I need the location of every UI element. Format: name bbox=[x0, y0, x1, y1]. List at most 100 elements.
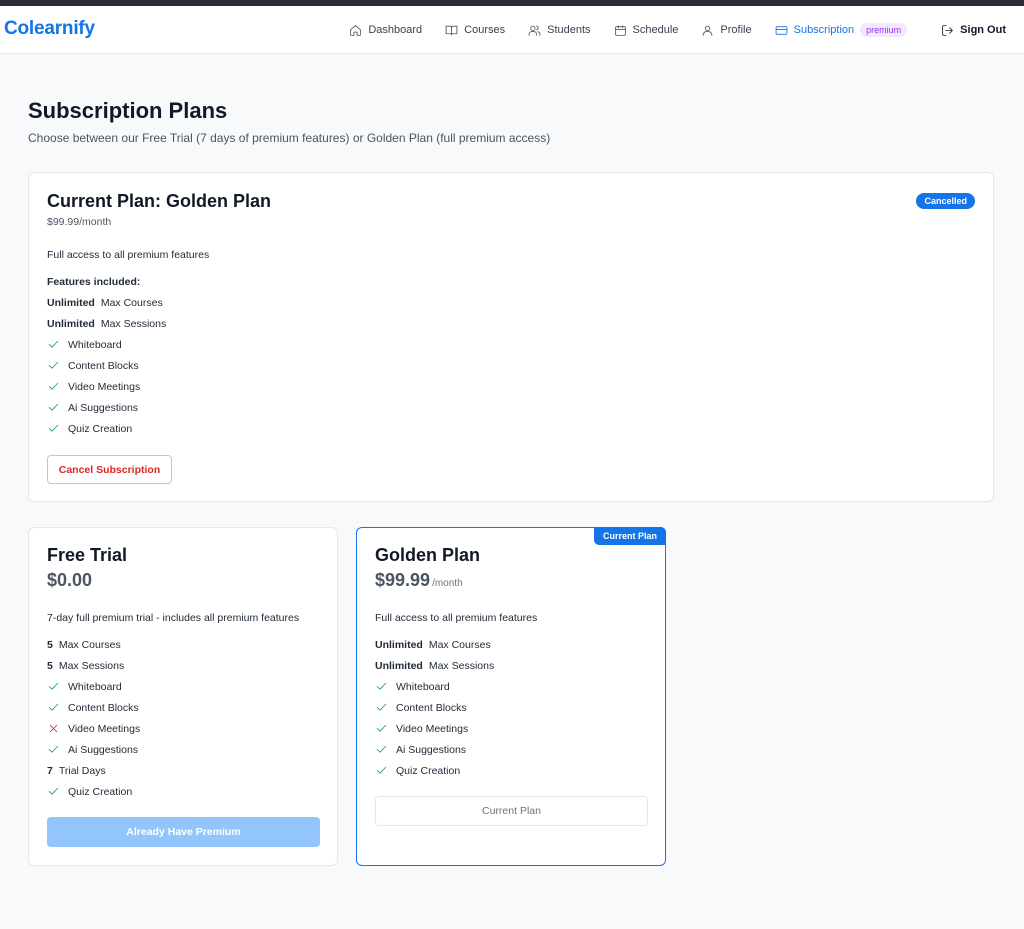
feature-value: 7 bbox=[47, 764, 53, 777]
nav-label: Schedule bbox=[632, 24, 679, 36]
feature-label: Max Courses bbox=[428, 638, 491, 651]
feature-label: Ai Suggestions bbox=[68, 401, 139, 414]
feature-label: Ai Suggestions bbox=[68, 743, 139, 756]
feature-label: Max Sessions bbox=[100, 317, 167, 330]
feature-value: 5 bbox=[47, 638, 53, 651]
feature-item: Whiteboard bbox=[375, 676, 494, 697]
feature-label: Ai Suggestions bbox=[396, 743, 467, 756]
feature-label: Quiz Creation bbox=[68, 785, 133, 798]
feature-item: Content Blocks bbox=[47, 697, 140, 718]
sign-out-button[interactable]: Sign Out bbox=[941, 6, 1006, 54]
nav-item-subscription[interactable]: Subscription premium bbox=[775, 6, 908, 54]
users-icon bbox=[528, 24, 541, 36]
feature-label: Video Meetings bbox=[68, 380, 141, 393]
feature-label: Video Meetings bbox=[396, 722, 469, 735]
check-icon bbox=[376, 766, 387, 774]
status-badge: Cancelled bbox=[916, 193, 975, 209]
feature-item: Video Meetings bbox=[375, 718, 494, 739]
golden-plan-features: Unlimited Max Courses Unlimited Max Sessio… bbox=[375, 634, 494, 781]
nav-item-courses[interactable]: Courses bbox=[445, 6, 505, 54]
cancel-subscription-button[interactable]: Cancel Subscription bbox=[47, 455, 172, 484]
plan-description: 7-day full premium trial - includes all … bbox=[47, 612, 300, 624]
check-icon bbox=[48, 703, 59, 711]
check-icon bbox=[376, 745, 387, 753]
plan-price: $99.99/month bbox=[375, 570, 463, 591]
feature-item: Unlimited Max Courses bbox=[375, 634, 494, 655]
check-icon bbox=[376, 682, 387, 690]
feature-label: Content Blocks bbox=[68, 359, 139, 372]
feature-item: 5 Max Sessions bbox=[47, 655, 140, 676]
feature-item: Ai Suggestions bbox=[47, 739, 140, 760]
plan-name: Golden Plan bbox=[375, 545, 481, 565]
current-plan-price: $99.99/month bbox=[47, 216, 112, 228]
plan-price-period: /month bbox=[432, 578, 463, 589]
nav-item-schedule[interactable]: Schedule bbox=[614, 6, 679, 54]
nav-label: Students bbox=[547, 24, 591, 36]
feature-label: Content Blocks bbox=[68, 701, 139, 714]
check-icon bbox=[48, 403, 59, 411]
current-plan-button[interactable]: Current Plan bbox=[375, 796, 648, 826]
check-icon bbox=[48, 424, 59, 432]
feature-item: Video Meetings bbox=[47, 376, 166, 397]
credit-card-icon bbox=[775, 25, 787, 35]
feature-item: Content Blocks bbox=[375, 697, 494, 718]
feature-value: Unlimited bbox=[375, 638, 423, 651]
feature-label: Whiteboard bbox=[68, 680, 122, 693]
feature-label: Trial Days bbox=[58, 764, 106, 777]
feature-item: Quiz Creation bbox=[375, 760, 494, 781]
check-icon bbox=[48, 382, 59, 390]
current-plan-description: Full access to all premium features bbox=[47, 249, 210, 261]
feature-value: Unlimited bbox=[375, 659, 423, 672]
nav-label: Subscription bbox=[793, 24, 855, 36]
feature-label: Whiteboard bbox=[68, 338, 122, 351]
nav-label: Profile bbox=[720, 24, 752, 36]
plan-price-amount: $99.99 bbox=[375, 570, 431, 590]
nav-item-students[interactable]: Students bbox=[528, 6, 591, 54]
log-out-icon bbox=[942, 24, 953, 36]
page-title: Subscription Plans bbox=[28, 98, 228, 123]
premium-badge: premium bbox=[860, 23, 908, 37]
nav-item-profile[interactable]: Profile bbox=[701, 6, 752, 54]
calendar-icon bbox=[614, 24, 626, 36]
golden-plan-card: Current Plan Golden Plan $99.99/month Fu… bbox=[356, 527, 666, 866]
check-icon bbox=[48, 340, 59, 348]
feature-item: Ai Suggestions bbox=[375, 739, 494, 760]
feature-item: Unlimited Max Sessions bbox=[47, 313, 166, 334]
check-icon bbox=[376, 724, 387, 732]
feature-item: Video Meetings bbox=[47, 718, 140, 739]
nav-label: Courses bbox=[464, 24, 506, 36]
feature-label: Max Courses bbox=[58, 638, 121, 651]
check-icon bbox=[48, 361, 59, 369]
feature-item: Unlimited Max Sessions bbox=[375, 655, 494, 676]
current-plan-title: Current Plan: Golden Plan bbox=[47, 191, 272, 211]
feature-label: Max Sessions bbox=[428, 659, 495, 672]
feature-label: Quiz Creation bbox=[396, 764, 461, 777]
home-icon bbox=[350, 24, 362, 36]
feature-item: Quiz Creation bbox=[47, 418, 166, 439]
feature-item: Unlimited Max Courses bbox=[47, 292, 166, 313]
feature-value: Unlimited bbox=[47, 317, 95, 330]
check-icon bbox=[48, 787, 59, 795]
feature-label: Quiz Creation bbox=[68, 422, 133, 435]
top-navbar: Colearnify Dashboard Courses Students Sc… bbox=[0, 6, 1024, 54]
current-plan-features: Unlimited Max Courses Unlimited Max Sessio… bbox=[47, 292, 166, 439]
feature-item: 5 Max Courses bbox=[47, 634, 140, 655]
feature-item: Content Blocks bbox=[47, 355, 166, 376]
features-label: Features included: bbox=[47, 276, 141, 288]
plan-description: Full access to all premium features bbox=[375, 612, 538, 624]
free-trial-card: Free Trial $0.00 7-day full premium tria… bbox=[28, 527, 338, 866]
feature-label: Content Blocks bbox=[396, 701, 467, 714]
x-icon bbox=[49, 724, 58, 733]
already-have-premium-button[interactable]: Already Have Premium bbox=[47, 817, 320, 847]
feature-item: Whiteboard bbox=[47, 676, 140, 697]
current-plan-ribbon: Current Plan bbox=[593, 527, 666, 545]
plan-price-amount: $0.00 bbox=[47, 570, 93, 590]
nav-item-dashboard[interactable]: Dashboard bbox=[349, 6, 422, 54]
current-plan-card: Current Plan: Golden Plan $99.99/month C… bbox=[28, 172, 994, 502]
brand-logo[interactable]: Colearnify bbox=[4, 18, 95, 40]
feature-item: 7 Trial Days bbox=[47, 760, 140, 781]
free-plan-features: 5 Max Courses 5 Max Sessions Whiteboard Co… bbox=[47, 634, 140, 802]
sign-out-label: Sign Out bbox=[960, 24, 1006, 36]
feature-value: 5 bbox=[47, 659, 53, 672]
plan-price: $0.00 bbox=[47, 570, 92, 591]
